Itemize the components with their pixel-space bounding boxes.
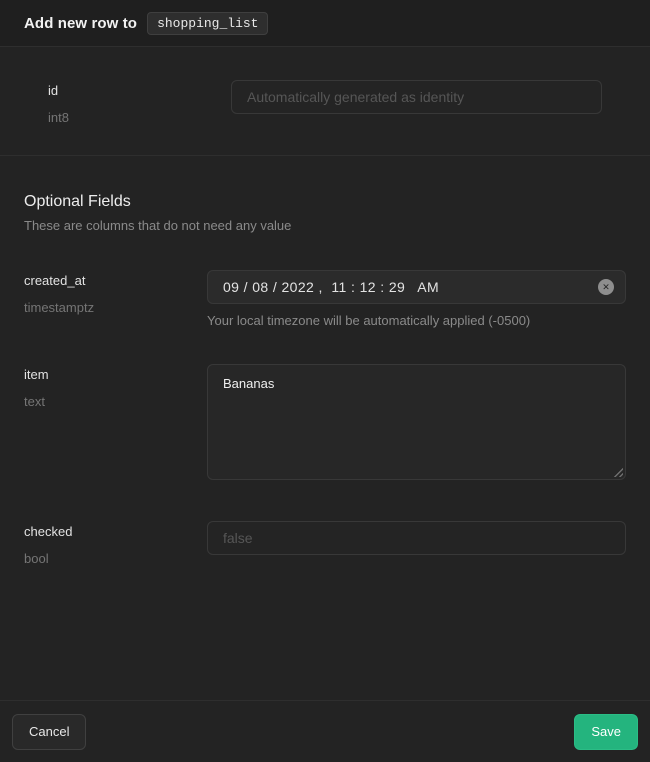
optional-fields-title: Optional Fields (24, 192, 626, 212)
id-label-column: id int8 (48, 80, 231, 126)
field-row-checked: checked bool (0, 521, 650, 567)
created-at-label-column: created_at timestamptz (24, 270, 207, 329)
checked-field-type: bool (24, 551, 207, 567)
checked-input-column (207, 521, 626, 567)
field-row-id: id int8 (24, 80, 626, 126)
id-field-label: id (48, 83, 231, 99)
optional-fields-header: Optional Fields These are columns that d… (0, 156, 650, 234)
panel-header: Add new row to shopping_list (0, 0, 650, 47)
item-textarea[interactable]: Bananas (207, 364, 626, 480)
created-at-input-column: ✕ Your local timezone will be automatica… (207, 270, 626, 329)
created-at-field-label: created_at (24, 273, 207, 289)
item-field-label: item (24, 367, 207, 383)
checked-input[interactable] (207, 521, 626, 555)
id-input-column (231, 80, 602, 126)
table-name-badge: shopping_list (147, 12, 268, 35)
panel-footer: Cancel Save (0, 700, 650, 762)
field-row-item: item text Bananas (0, 364, 650, 480)
created-at-datetime-input[interactable] (207, 270, 626, 304)
timezone-helper-text: Your local timezone will be automaticall… (207, 313, 626, 329)
page-title: Add new row to (24, 15, 137, 32)
field-row-created-at: created_at timestamptz ✕ Your local time… (0, 270, 650, 329)
clear-circle-icon[interactable]: ✕ (598, 279, 614, 295)
item-label-column: item text (24, 364, 207, 480)
panel-body: id int8 Optional Fields These are column… (0, 47, 650, 700)
created-at-field-type: timestamptz (24, 300, 207, 316)
required-fields-section: id int8 (0, 47, 650, 156)
add-row-panel: Add new row to shopping_list id int8 Opt… (0, 0, 650, 762)
cancel-button[interactable]: Cancel (12, 714, 86, 750)
id-field-type: int8 (48, 110, 231, 126)
item-input-column: Bananas (207, 364, 626, 480)
checked-label-column: checked bool (24, 521, 207, 567)
checked-field-label: checked (24, 524, 207, 540)
id-input[interactable] (231, 80, 602, 114)
optional-fields-description: These are columns that do not need any v… (24, 218, 626, 234)
save-button[interactable]: Save (574, 714, 638, 750)
item-field-type: text (24, 394, 207, 410)
